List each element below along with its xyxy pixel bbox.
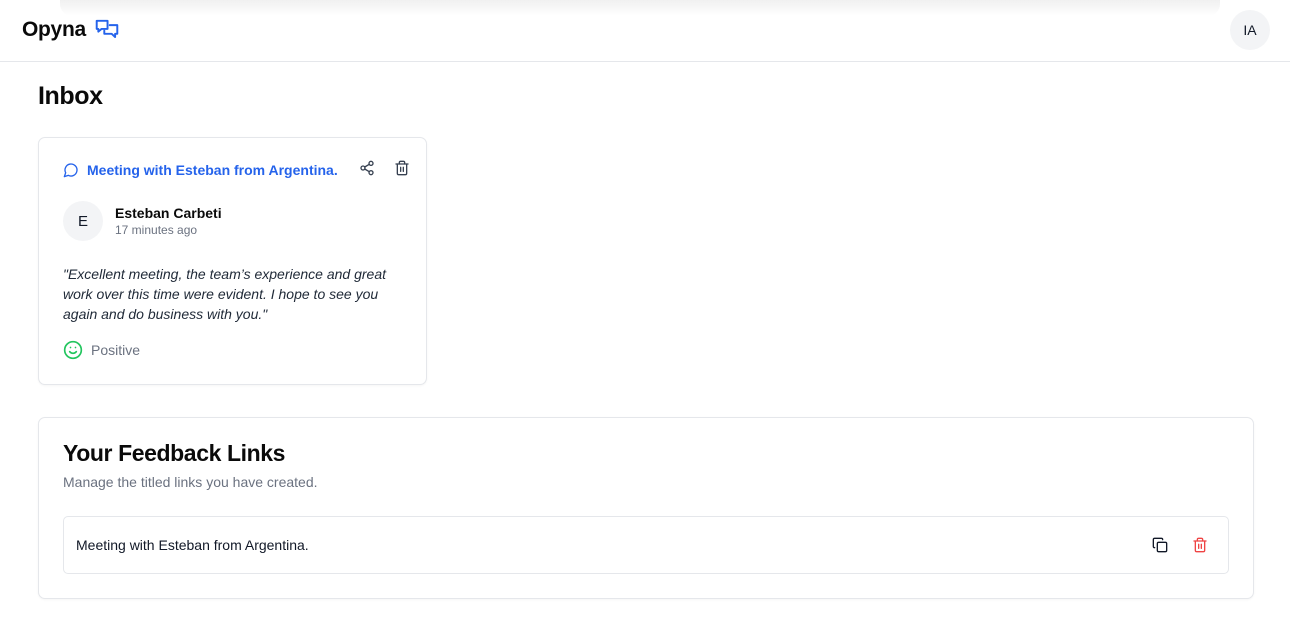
share-button[interactable] (358, 159, 376, 177)
feedback-links-subtitle: Manage the titled links you have created… (63, 474, 318, 490)
feedback-quote: "Excellent meeting, the team’s experienc… (63, 266, 387, 322)
feedback-links-panel: Your Feedback Links Manage the titled li… (38, 417, 1254, 599)
author-info: Esteban Carbeti 17 minutes ago (115, 204, 222, 238)
feedback-card-title: Meeting with Esteban from Argentina. (87, 162, 338, 178)
delete-link-button[interactable] (1191, 536, 1209, 554)
feedback-timestamp: 17 minutes ago (115, 223, 198, 237)
author-avatar: E (63, 201, 103, 241)
delete-feedback-button[interactable] (393, 159, 411, 177)
user-initials: IA (1243, 22, 1257, 38)
feedback-links-title: Your Feedback Links (63, 440, 286, 466)
sentiment-label: Positive (91, 342, 141, 358)
share-icon (360, 160, 374, 176)
trash-icon (395, 160, 409, 176)
feedback-author: E Esteban Carbeti 17 minutes ago (63, 201, 222, 241)
feedback-link-label: Meeting with Esteban from Argentina. (76, 537, 309, 553)
message-circle-icon (63, 163, 78, 178)
top-navbar: Opyna IA (0, 0, 1290, 62)
trash-icon (1193, 537, 1207, 553)
feedback-card: Meeting with Esteban from Argentina. E E… (38, 137, 427, 385)
page-title: Inbox (38, 82, 103, 110)
copy-icon (1152, 537, 1168, 553)
brand-name: Opyna (22, 18, 86, 41)
author-name: Esteban Carbeti (115, 205, 222, 221)
brand-logo[interactable]: Opyna (22, 17, 120, 43)
sentiment-badge: Positive (63, 340, 140, 360)
feedback-card-header: Meeting with Esteban from Argentina. (63, 162, 338, 178)
navbar-shadow (60, 0, 1220, 16)
copy-link-button[interactable] (1151, 536, 1169, 554)
user-avatar-button[interactable]: IA (1230, 10, 1270, 50)
feedback-link-row: Meeting with Esteban from Argentina. (63, 516, 1229, 574)
author-initial: E (77, 212, 88, 230)
chat-bubbles-icon (95, 19, 119, 39)
smile-icon (63, 340, 83, 360)
